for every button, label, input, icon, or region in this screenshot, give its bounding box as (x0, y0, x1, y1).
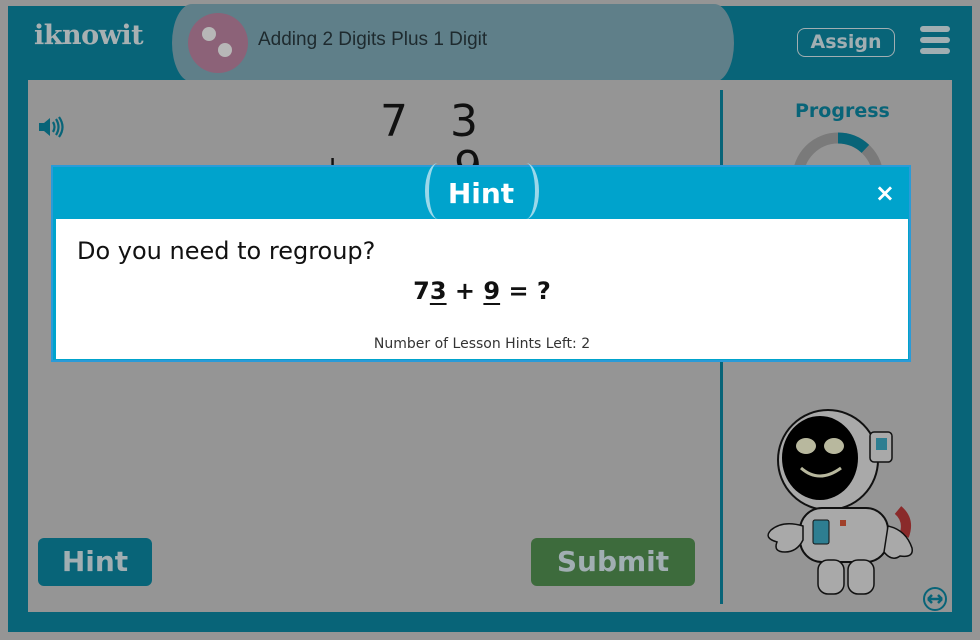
lesson-icon (188, 13, 248, 73)
hint-modal: Hint × Do you need to regroup? 73 + 9 = … (51, 163, 911, 362)
equation-rest: = ? (508, 277, 551, 305)
hint-button[interactable]: Hint (38, 538, 152, 586)
close-icon[interactable]: × (875, 179, 895, 207)
equation-addend-underlined: 9 (483, 277, 501, 305)
astronaut-mascot (767, 409, 913, 595)
submit-button[interactable]: Submit (531, 538, 695, 586)
hamburger-menu-icon[interactable] (920, 26, 950, 56)
hints-left-text: Number of Lesson Hints Left: 2 (373, 336, 591, 352)
equation-tens: 7 (413, 277, 430, 305)
hint-modal-title: Hint (447, 177, 515, 210)
progress-label: Progress (795, 100, 890, 122)
hint-modal-header: Hint × (53, 163, 909, 219)
equation-ones-underlined: 3 (429, 277, 447, 305)
header: iknowit Adding 2 Digits Plus 1 Digit Ass… (8, 4, 972, 82)
expand-toggle-icon[interactable] (922, 586, 948, 616)
lesson-title: Adding 2 Digits Plus 1 Digit (258, 29, 488, 50)
equation-plus: + (454, 277, 476, 305)
hint-question: Do you need to regroup? (77, 237, 376, 265)
iknowit-logo[interactable]: iknowit (34, 20, 144, 51)
speaker-icon[interactable] (37, 116, 65, 142)
assign-button[interactable]: Assign (797, 28, 895, 57)
problem-top-number: 7 3 (380, 96, 492, 147)
hint-equation: 73 + 9 = ? (56, 277, 908, 305)
progress-arc (837, 132, 870, 154)
hint-modal-body: Do you need to regroup? 73 + 9 = ? Numbe… (56, 219, 908, 359)
